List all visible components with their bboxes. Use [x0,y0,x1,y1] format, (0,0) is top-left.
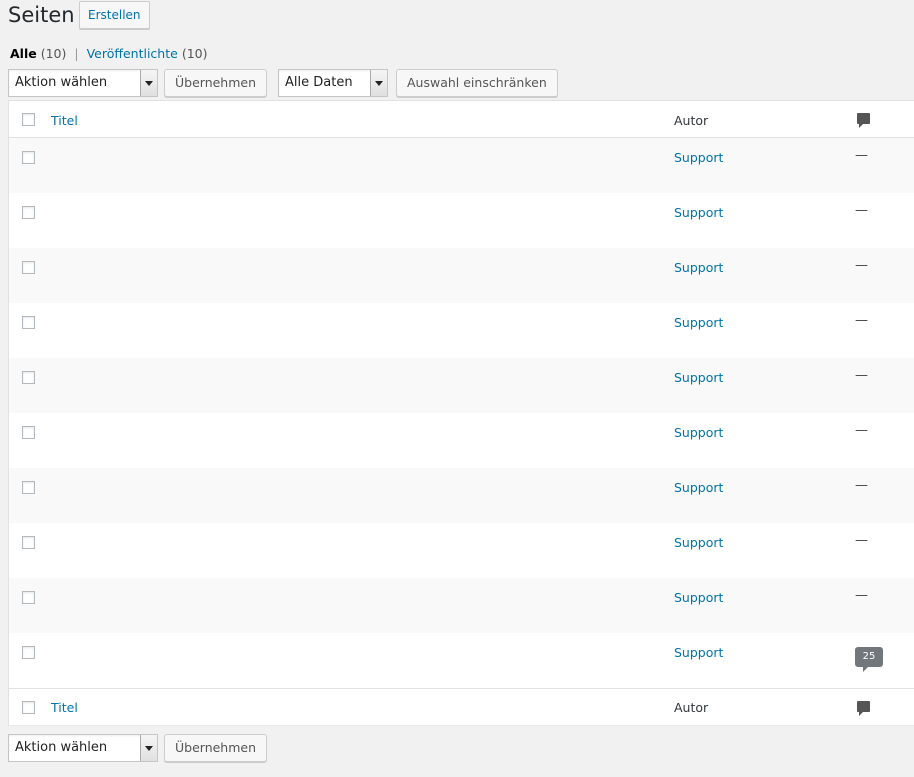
row-author-link[interactable]: Support [674,205,723,220]
table-row: Support — [9,578,914,633]
status-filter-links: Alle (10) | Veröffentlichte (10) [10,46,207,61]
row-checkbox[interactable] [22,151,35,164]
apply-button-top[interactable]: Übernehmen [164,69,268,97]
row-checkbox[interactable] [22,426,35,439]
comment-icon[interactable] [857,113,870,128]
row-comment-count: — [855,148,868,163]
row-comment-count: — [855,203,868,218]
row-checkbox[interactable] [22,206,35,219]
table-row: Support — [9,248,914,303]
row-comment-count: — [855,533,868,548]
row-comment-count: — [855,258,868,273]
bulk-action-select-bottom[interactable]: Aktion wählen [8,734,158,762]
table-header: Titel Autor [9,101,914,138]
row-checkbox[interactable] [22,261,35,274]
row-checkbox[interactable] [22,371,35,384]
row-author-link[interactable]: Support [674,425,723,440]
table-row: Support — [9,468,914,523]
chevron-down-icon[interactable] [140,70,157,96]
table-footer: Titel Autor [9,688,914,725]
table-row: Support — [9,523,914,578]
table-row: Support — [9,303,914,358]
row-author-link[interactable]: Support [674,315,723,330]
row-comment-count: — [855,423,868,438]
row-author-link[interactable]: Support [674,645,723,660]
bulk-action-select-top[interactable]: Aktion wählen [8,69,158,97]
column-title-footer[interactable]: Titel [51,700,78,715]
chevron-down-icon[interactable] [370,70,387,96]
row-author-link[interactable]: Support [674,260,723,275]
view-published-link[interactable]: Veröffentlichte [87,46,178,61]
row-comment-count: — [855,313,868,328]
select-all-checkbox-footer[interactable] [22,701,35,714]
row-comment-count: — [855,588,868,603]
row-author-link[interactable]: Support [674,150,723,165]
bulk-action-selected-bottom: Aktion wählen [15,740,108,755]
column-author-header: Autor [674,113,709,128]
date-filter-selected: Alle Daten [285,75,353,90]
row-author-link[interactable]: Support [674,480,723,495]
table-row: Support — [9,193,914,248]
table-row: Support — [9,138,914,193]
table-row: Support — [9,413,914,468]
pages-table: Titel Autor Support — Support — Support … [8,100,914,725]
row-checkbox[interactable] [22,591,35,604]
row-comment-count: — [855,368,868,383]
row-checkbox[interactable] [22,536,35,549]
comment-icon[interactable] [857,701,870,716]
view-separator: | [74,46,79,61]
page-title: Seiten [8,3,75,27]
view-all-link[interactable]: Alle [10,46,37,61]
comment-count-bubble[interactable]: 25 [855,647,883,672]
row-author-link[interactable]: Support [674,535,723,550]
row-checkbox[interactable] [22,316,35,329]
column-author-footer: Autor [674,700,709,715]
row-comment-count: — [855,478,868,493]
row-author-link[interactable]: Support [674,370,723,385]
table-row: Support — [9,358,914,413]
row-checkbox[interactable] [22,646,35,659]
column-title-header[interactable]: Titel [51,113,78,128]
date-filter-select[interactable]: Alle Daten [278,69,388,97]
view-published-count: (10) [181,46,208,61]
apply-button-bottom[interactable]: Übernehmen [164,734,268,762]
filter-button[interactable]: Auswahl einschränken [396,69,558,97]
chevron-down-icon[interactable] [140,735,157,761]
row-checkbox[interactable] [22,481,35,494]
row-author-link[interactable]: Support [674,590,723,605]
select-all-checkbox[interactable] [22,113,35,126]
view-all-count: (10) [40,46,67,61]
bulk-action-selected: Aktion wählen [15,75,108,90]
add-new-page-button[interactable]: Erstellen [79,1,150,29]
table-row: Support 25 [9,633,914,688]
